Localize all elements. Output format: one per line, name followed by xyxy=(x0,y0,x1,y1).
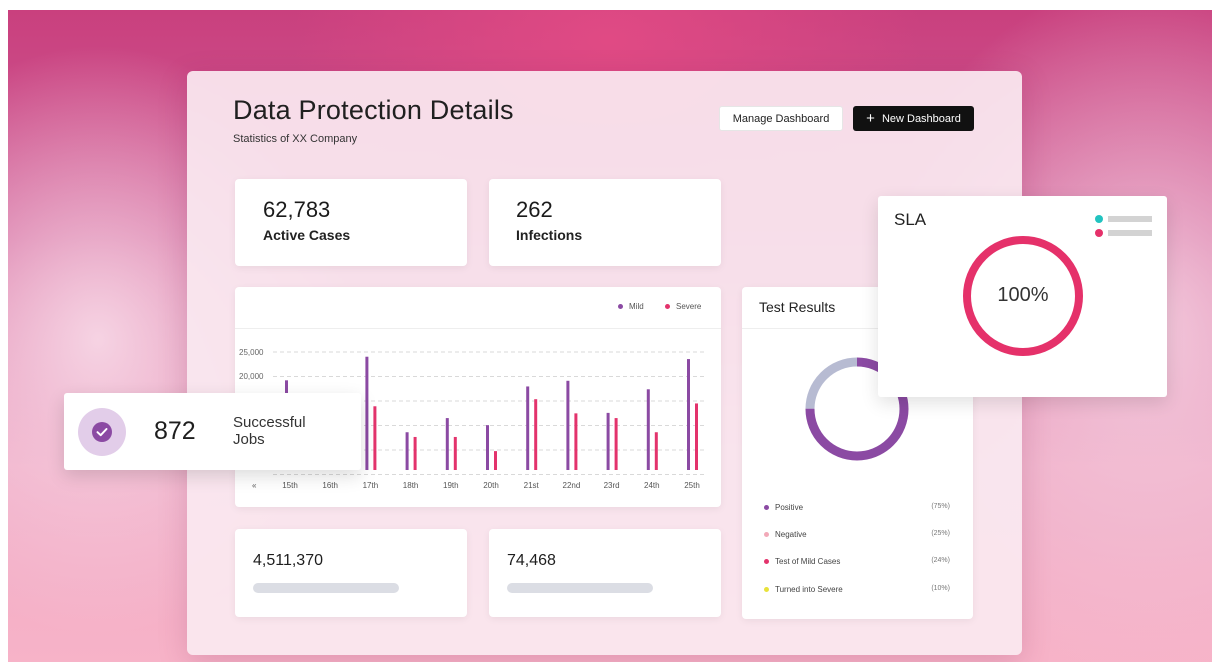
bar-severe-21st xyxy=(534,399,538,470)
bar-severe-19th xyxy=(453,436,457,470)
sla-card: SLA 100% xyxy=(878,196,1167,397)
x-tick-label: 17th xyxy=(363,481,379,490)
bar-severe-17th xyxy=(373,406,377,470)
sla-legend-pink-dot-icon xyxy=(1095,229,1103,237)
sla-legend-teal-dot-icon xyxy=(1095,215,1103,223)
successful-jobs-value: 872 xyxy=(154,417,196,445)
successful-jobs-card: 872 Successful Jobs xyxy=(64,393,361,470)
x-tick-label: 21st xyxy=(524,481,540,490)
chart-prev-icon[interactable]: « xyxy=(252,481,257,490)
bar-severe-20th xyxy=(494,451,497,470)
result-label: Turned into Severe xyxy=(775,585,843,594)
result-pct: (75%) xyxy=(931,503,950,510)
bar-severe-24th xyxy=(654,432,658,470)
x-tick-label: 25th xyxy=(684,481,700,490)
successful-jobs-label-2: Jobs xyxy=(233,431,265,448)
new-dashboard-label: New Dashboard xyxy=(881,112,961,125)
chart-x-labels: 15th 16th 17th 18th 19th 20th 21st 22nd 23rd 24th… xyxy=(282,481,700,490)
x-tick-label: 19th xyxy=(443,481,459,490)
result-row-negative: Negative (25%) xyxy=(764,530,950,539)
negative-dot-icon xyxy=(764,532,769,538)
result-pct: (10%) xyxy=(931,585,950,592)
positive-dot-icon xyxy=(764,505,769,511)
sla-legend xyxy=(1095,214,1155,242)
active-cases-label: Active Cases xyxy=(263,227,351,243)
result-row-severe: Turned into Severe (10%) xyxy=(764,585,950,594)
secondary-progress-bar xyxy=(507,583,653,593)
plus-icon: + xyxy=(866,110,875,127)
result-label: Positive xyxy=(775,503,804,512)
result-label: Negative xyxy=(775,530,807,539)
secondary-card xyxy=(489,529,721,617)
bar-severe-18th xyxy=(413,436,417,470)
bar-mild-18th xyxy=(405,432,409,470)
bar-severe-23rd xyxy=(614,418,618,470)
x-tick-label: 20th xyxy=(483,481,499,490)
x-tick-label: 16th xyxy=(322,481,338,490)
new-dashboard-button[interactable]: + New Dashboard xyxy=(853,106,974,131)
x-tick-label: 24th xyxy=(644,481,660,490)
result-row-mild: Test of Mild Cases (24%) xyxy=(764,557,950,566)
x-tick-label: 18th xyxy=(403,481,419,490)
bar-severe-22nd xyxy=(574,413,578,470)
bar-mild-25th xyxy=(687,359,690,470)
bar-mild-21st xyxy=(526,386,530,470)
bar-mild-17th xyxy=(365,356,369,470)
x-tick-label: 15th xyxy=(282,481,298,490)
page-subtitle: Statistics of XX Company xyxy=(233,133,358,145)
secondary-value: 74,468 xyxy=(507,552,556,569)
infections-value: 262 xyxy=(516,197,553,222)
result-pct: (24%) xyxy=(931,557,950,564)
infections-label: Infections xyxy=(516,227,583,243)
active-cases-value: 62,783 xyxy=(263,197,331,222)
manage-dashboard-button[interactable]: Manage Dashboard xyxy=(719,106,843,131)
result-label: Test of Mild Cases xyxy=(775,557,841,566)
successful-jobs-label-1: Successful xyxy=(233,414,306,431)
page-title: Data Protection Details xyxy=(233,95,514,125)
total-progress-bar xyxy=(253,583,399,593)
sla-value: 100% xyxy=(997,284,1049,306)
bar-severe-25th xyxy=(695,403,698,470)
bar-mild-24th xyxy=(646,389,650,470)
sla-legend-placeholder xyxy=(1108,230,1152,236)
x-tick-label: 23rd xyxy=(604,481,620,490)
bar-mild-19th xyxy=(445,418,449,470)
bar-mild-23rd xyxy=(606,412,610,470)
sla-title: SLA xyxy=(894,210,927,229)
y-tick-25000: 25,000 xyxy=(239,348,264,357)
total-value: 4,511,370 xyxy=(253,552,323,569)
x-tick-label: 22nd xyxy=(563,481,581,490)
total-card xyxy=(235,529,467,617)
check-icon xyxy=(78,408,126,456)
bar-mild-20th xyxy=(486,425,489,470)
y-tick-20000: 20,000 xyxy=(239,372,264,381)
severe-cases-dot-icon xyxy=(764,587,769,593)
result-row-positive: Positive (75%) xyxy=(764,503,950,512)
mild-cases-dot-icon xyxy=(764,559,769,565)
sla-legend-placeholder xyxy=(1108,216,1152,222)
result-pct: (25%) xyxy=(931,530,950,537)
bar-mild-22nd xyxy=(566,380,570,470)
test-results-title: Test Results xyxy=(759,299,836,315)
